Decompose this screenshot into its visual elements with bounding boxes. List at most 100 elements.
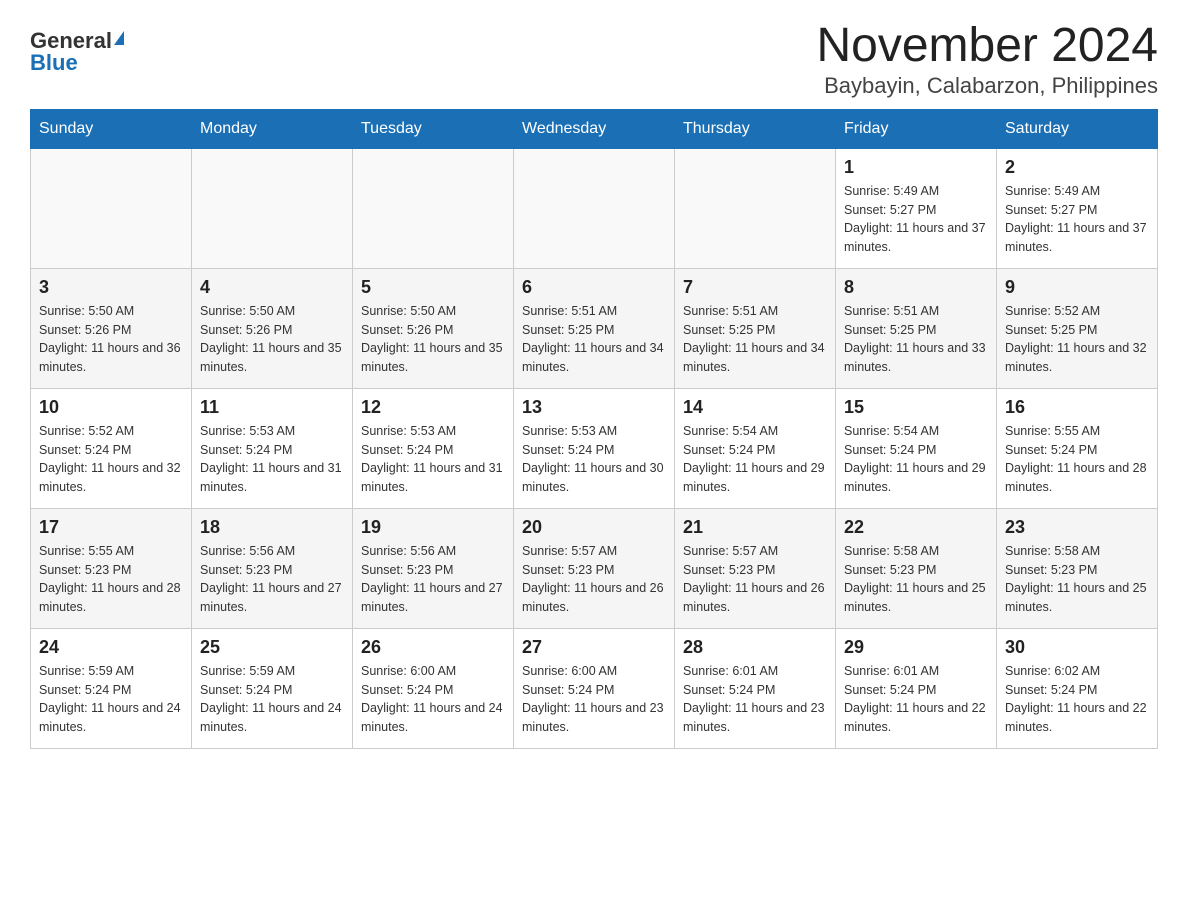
table-row: 6Sunrise: 5:51 AMSunset: 5:25 PMDaylight… xyxy=(514,268,675,388)
day-number: 22 xyxy=(844,517,988,538)
calendar-week-row: 1 Sunrise: 5:49 AMSunset: 5:27 PMDaylight… xyxy=(31,148,1158,268)
day-number: 30 xyxy=(1005,637,1149,658)
day-info: Sunrise: 5:59 AMSunset: 5:24 PMDaylight:… xyxy=(39,664,181,734)
title-block: November 2024 Baybayin, Calabarzon, Phil… xyxy=(816,20,1158,99)
table-row: 8 Sunrise: 5:51 AMSunset: 5:25 PMDaylight… xyxy=(836,268,997,388)
day-number: 16 xyxy=(1005,397,1149,418)
day-number: 24 xyxy=(39,637,183,658)
day-number: 3 xyxy=(39,277,183,298)
table-row: 16 Sunrise: 5:55 AMSunset: 5:24 PMDayligh… xyxy=(997,388,1158,508)
table-row xyxy=(353,148,514,268)
calendar-week-row: 3 Sunrise: 5:50 AMSunset: 5:26 PMDaylight… xyxy=(31,268,1158,388)
day-info: Sunrise: 5:51 AMSunset: 5:25 PMDaylight:… xyxy=(683,304,825,374)
table-row xyxy=(675,148,836,268)
day-info: Sunrise: 5:56 AMSunset: 5:23 PMDaylight:… xyxy=(200,544,342,614)
day-info: Sunrise: 5:51 AMSunset: 5:25 PMDaylight:… xyxy=(844,304,986,374)
logo-blue-text: Blue xyxy=(30,52,78,74)
day-info: Sunrise: 6:00 AMSunset: 5:24 PMDaylight:… xyxy=(522,664,664,734)
day-number: 8 xyxy=(844,277,988,298)
table-row: 10 Sunrise: 5:52 AMSunset: 5:24 PMDayligh… xyxy=(31,388,192,508)
table-row: 2 Sunrise: 5:49 AMSunset: 5:27 PMDaylight… xyxy=(997,148,1158,268)
day-number: 10 xyxy=(39,397,183,418)
day-info: Sunrise: 5:58 AMSunset: 5:23 PMDaylight:… xyxy=(844,544,986,614)
table-row xyxy=(31,148,192,268)
day-number: 29 xyxy=(844,637,988,658)
calendar-week-row: 10 Sunrise: 5:52 AMSunset: 5:24 PMDayligh… xyxy=(31,388,1158,508)
day-number: 12 xyxy=(361,397,505,418)
day-number: 28 xyxy=(683,637,827,658)
day-info: Sunrise: 6:01 AMSunset: 5:24 PMDaylight:… xyxy=(844,664,986,734)
day-number: 9 xyxy=(1005,277,1149,298)
calendar-week-row: 17Sunrise: 5:55 AMSunset: 5:23 PMDayligh… xyxy=(31,508,1158,628)
table-row: 15 Sunrise: 5:54 AMSunset: 5:24 PMDayligh… xyxy=(836,388,997,508)
day-info: Sunrise: 6:00 AMSunset: 5:24 PMDaylight:… xyxy=(361,664,503,734)
table-row: 19Sunrise: 5:56 AMSunset: 5:23 PMDayligh… xyxy=(353,508,514,628)
table-row: 22 Sunrise: 5:58 AMSunset: 5:23 PMDayligh… xyxy=(836,508,997,628)
table-row: 21Sunrise: 5:57 AMSunset: 5:23 PMDayligh… xyxy=(675,508,836,628)
day-number: 4 xyxy=(200,277,344,298)
table-row: 4 Sunrise: 5:50 AMSunset: 5:26 PMDaylight… xyxy=(192,268,353,388)
table-row: 29 Sunrise: 6:01 AMSunset: 5:24 PMDayligh… xyxy=(836,628,997,748)
page-title: November 2024 xyxy=(816,20,1158,73)
day-info: Sunrise: 5:54 AMSunset: 5:24 PMDaylight:… xyxy=(844,424,986,494)
day-info: Sunrise: 5:52 AMSunset: 5:24 PMDaylight:… xyxy=(39,424,181,494)
table-row xyxy=(192,148,353,268)
day-info: Sunrise: 5:54 AMSunset: 5:24 PMDaylight:… xyxy=(683,424,825,494)
day-number: 2 xyxy=(1005,157,1149,178)
day-info: Sunrise: 5:55 AMSunset: 5:24 PMDaylight:… xyxy=(1005,424,1147,494)
day-info: Sunrise: 5:52 AMSunset: 5:25 PMDaylight:… xyxy=(1005,304,1147,374)
day-number: 27 xyxy=(522,637,666,658)
table-row: 9 Sunrise: 5:52 AMSunset: 5:25 PMDaylight… xyxy=(997,268,1158,388)
day-number: 6 xyxy=(522,277,666,298)
header-wednesday: Wednesday xyxy=(514,109,675,148)
day-number: 20 xyxy=(522,517,666,538)
table-row: 24 Sunrise: 5:59 AMSunset: 5:24 PMDayligh… xyxy=(31,628,192,748)
day-number: 17 xyxy=(39,517,183,538)
day-number: 7 xyxy=(683,277,827,298)
table-row: 7 Sunrise: 5:51 AMSunset: 5:25 PMDaylight… xyxy=(675,268,836,388)
day-number: 23 xyxy=(1005,517,1149,538)
table-row: 30Sunrise: 6:02 AMSunset: 5:24 PMDayligh… xyxy=(997,628,1158,748)
table-row: 23 Sunrise: 5:58 AMSunset: 5:23 PMDayligh… xyxy=(997,508,1158,628)
header: General Blue November 2024 Baybayin, Cal… xyxy=(30,20,1158,99)
table-row: 1Sunrise: 5:49 AMSunset: 5:27 PMDaylight… xyxy=(836,148,997,268)
logo-general-text: General xyxy=(30,30,112,52)
day-info: Sunrise: 6:01 AMSunset: 5:24 PMDaylight:… xyxy=(683,664,825,734)
table-row: 12 Sunrise: 5:53 AMSunset: 5:24 PMDayligh… xyxy=(353,388,514,508)
day-number: 19 xyxy=(361,517,505,538)
table-row: 25Sunrise: 5:59 AMSunset: 5:24 PMDayligh… xyxy=(192,628,353,748)
day-number: 5 xyxy=(361,277,505,298)
logo: General Blue xyxy=(30,30,124,74)
table-row: 13 Sunrise: 5:53 AMSunset: 5:24 PMDayligh… xyxy=(514,388,675,508)
day-info: Sunrise: 5:58 AMSunset: 5:23 PMDaylight:… xyxy=(1005,544,1147,614)
header-sunday: Sunday xyxy=(31,109,192,148)
table-row: 27 Sunrise: 6:00 AMSunset: 5:24 PMDayligh… xyxy=(514,628,675,748)
day-info: Sunrise: 5:57 AMSunset: 5:23 PMDaylight:… xyxy=(683,544,825,614)
day-number: 1 xyxy=(844,157,988,178)
calendar-week-row: 24 Sunrise: 5:59 AMSunset: 5:24 PMDayligh… xyxy=(31,628,1158,748)
table-row: 20Sunrise: 5:57 AMSunset: 5:23 PMDayligh… xyxy=(514,508,675,628)
table-row: 26 Sunrise: 6:00 AMSunset: 5:24 PMDayligh… xyxy=(353,628,514,748)
table-row xyxy=(514,148,675,268)
header-friday: Friday xyxy=(836,109,997,148)
day-info: Sunrise: 5:53 AMSunset: 5:24 PMDaylight:… xyxy=(361,424,503,494)
day-info: Sunrise: 5:59 AMSunset: 5:24 PMDaylight:… xyxy=(200,664,342,734)
calendar-header-row: Sunday Monday Tuesday Wednesday Thursday… xyxy=(31,109,1158,148)
day-number: 13 xyxy=(522,397,666,418)
table-row: 11 Sunrise: 5:53 AMSunset: 5:24 PMDayligh… xyxy=(192,388,353,508)
day-info: Sunrise: 5:53 AMSunset: 5:24 PMDaylight:… xyxy=(200,424,342,494)
table-row: 5Sunrise: 5:50 AMSunset: 5:26 PMDaylight… xyxy=(353,268,514,388)
day-info: Sunrise: 5:53 AMSunset: 5:24 PMDaylight:… xyxy=(522,424,664,494)
logo-triangle-icon xyxy=(114,31,124,45)
table-row: 3Sunrise: 5:50 AMSunset: 5:26 PMDaylight… xyxy=(31,268,192,388)
day-number: 11 xyxy=(200,397,344,418)
calendar-table: Sunday Monday Tuesday Wednesday Thursday… xyxy=(30,109,1158,749)
day-number: 15 xyxy=(844,397,988,418)
day-number: 14 xyxy=(683,397,827,418)
page-subtitle: Baybayin, Calabarzon, Philippines xyxy=(816,73,1158,99)
table-row: 17Sunrise: 5:55 AMSunset: 5:23 PMDayligh… xyxy=(31,508,192,628)
day-info: Sunrise: 5:49 AMSunset: 5:27 PMDaylight:… xyxy=(1005,184,1147,254)
day-info: Sunrise: 5:50 AMSunset: 5:26 PMDaylight:… xyxy=(200,304,342,374)
header-tuesday: Tuesday xyxy=(353,109,514,148)
day-number: 26 xyxy=(361,637,505,658)
